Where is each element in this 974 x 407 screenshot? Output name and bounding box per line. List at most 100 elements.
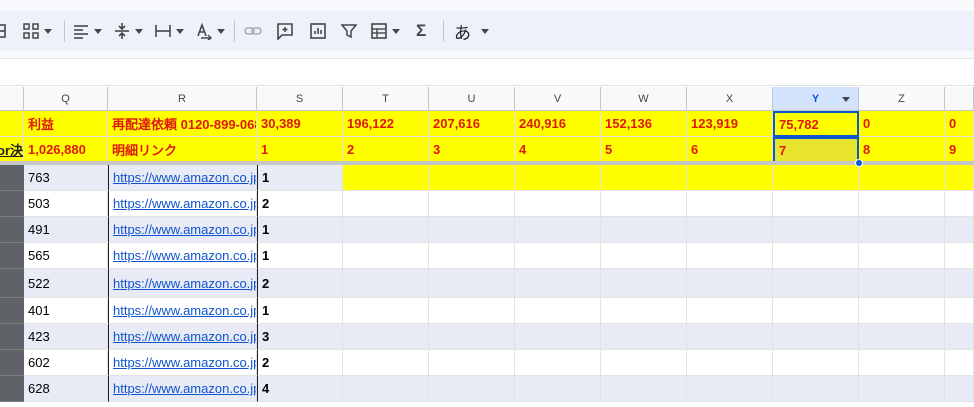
data-cell[interactable]: 2 <box>257 191 343 217</box>
selection-handle[interactable] <box>855 159 863 167</box>
data-cell[interactable] <box>773 165 859 191</box>
data-cell[interactable] <box>859 217 945 243</box>
column-header[interactable] <box>945 87 974 111</box>
data-cell[interactable] <box>773 324 859 350</box>
header-cell[interactable]: 1,026,880 <box>24 137 108 163</box>
data-cell[interactable] <box>515 191 601 217</box>
data-cell[interactable] <box>601 243 687 269</box>
data-cell[interactable] <box>601 324 687 350</box>
data-cell[interactable] <box>859 350 945 376</box>
data-cell[interactable] <box>859 324 945 350</box>
comment-icon[interactable] <box>276 11 294 51</box>
data-cell[interactable] <box>343 165 429 191</box>
header-cell[interactable]: 30,389 <box>257 111 343 137</box>
header-cell[interactable]: 123,919 <box>687 111 773 137</box>
column-header[interactable] <box>0 87 24 111</box>
data-cell[interactable] <box>859 191 945 217</box>
header-cell[interactable]: icor決 <box>0 137 24 163</box>
data-cell[interactable]: 2 <box>257 269 343 298</box>
header-cell[interactable]: 207,616 <box>429 111 515 137</box>
data-cell[interactable] <box>343 324 429 350</box>
row-header[interactable] <box>0 217 24 243</box>
data-cell[interactable]: 565 <box>24 243 108 269</box>
data-cell[interactable]: 3 <box>257 324 343 350</box>
data-cell[interactable] <box>429 324 515 350</box>
data-cell[interactable] <box>429 243 515 269</box>
header-cell[interactable]: 6 <box>687 137 773 163</box>
data-cell[interactable]: 522 <box>24 269 108 298</box>
header-cell[interactable]: 0 <box>859 111 945 137</box>
valign-button[interactable] <box>113 11 143 51</box>
data-cell[interactable] <box>515 324 601 350</box>
column-header[interactable]: R <box>108 87 257 111</box>
data-cell[interactable] <box>601 298 687 324</box>
data-cell[interactable]: 2 <box>257 350 343 376</box>
data-cell[interactable]: 4 <box>257 376 343 402</box>
data-cell[interactable] <box>515 243 601 269</box>
data-cell[interactable] <box>601 165 687 191</box>
data-cell[interactable] <box>687 324 773 350</box>
data-cell[interactable] <box>859 269 945 298</box>
data-cell[interactable]: 1 <box>257 243 343 269</box>
header-cell[interactable]: 0 <box>945 111 974 137</box>
data-cell[interactable] <box>945 217 974 243</box>
data-cell[interactable] <box>687 350 773 376</box>
data-cell[interactable] <box>601 269 687 298</box>
data-cell[interactable] <box>945 376 974 402</box>
data-cell[interactable] <box>945 269 974 298</box>
data-cell[interactable] <box>429 298 515 324</box>
data-cell[interactable] <box>859 376 945 402</box>
data-cell[interactable] <box>429 350 515 376</box>
vertical-merge-button[interactable] <box>22 11 52 51</box>
data-cell[interactable] <box>773 298 859 324</box>
header-cell[interactable]: 利益 <box>24 111 108 137</box>
data-cell[interactable] <box>773 269 859 298</box>
data-cell[interactable] <box>343 217 429 243</box>
data-cell[interactable] <box>773 243 859 269</box>
data-cell[interactable] <box>343 376 429 402</box>
header-cell[interactable]: 再配達依頼 0120-899-068 <box>108 111 257 137</box>
header-cell[interactable]: 196,122 <box>343 111 429 137</box>
data-cell[interactable] <box>601 217 687 243</box>
data-cell[interactable] <box>515 350 601 376</box>
chart-icon[interactable] <box>309 11 327 51</box>
data-cell[interactable]: 602 <box>24 350 108 376</box>
data-cell[interactable] <box>687 191 773 217</box>
text-rotate-button[interactable] <box>195 11 225 51</box>
data-cell[interactable]: 1 <box>257 298 343 324</box>
link-cell[interactable]: https://www.amazon.co.jp <box>108 324 257 350</box>
data-cell[interactable] <box>515 298 601 324</box>
header-cell[interactable]: 4 <box>515 137 601 163</box>
row-header[interactable] <box>0 350 24 376</box>
data-cell[interactable] <box>343 350 429 376</box>
header-cell[interactable]: 7 <box>773 137 859 163</box>
header-cell[interactable]: 152,136 <box>601 111 687 137</box>
header-cell[interactable]: 明細リンク <box>108 137 257 163</box>
data-cell[interactable] <box>343 269 429 298</box>
column-header[interactable]: S <box>257 87 343 111</box>
column-header[interactable]: Q <box>24 87 108 111</box>
header-cell[interactable]: 240,916 <box>515 111 601 137</box>
header-cell[interactable]: 9 <box>945 137 974 163</box>
column-header[interactable]: T <box>343 87 429 111</box>
data-cell[interactable]: 628 <box>24 376 108 402</box>
data-cell[interactable] <box>773 376 859 402</box>
row-header[interactable] <box>0 324 24 350</box>
data-cell[interactable] <box>343 243 429 269</box>
data-cell[interactable] <box>945 324 974 350</box>
link-cell[interactable]: https://www.amazon.co.jp <box>108 269 257 298</box>
data-cell[interactable] <box>515 376 601 402</box>
link-icon[interactable] <box>244 11 262 51</box>
data-cell[interactable] <box>945 243 974 269</box>
text-wrap-button[interactable] <box>154 11 184 51</box>
row-header[interactable] <box>0 298 24 324</box>
data-cell[interactable] <box>429 165 515 191</box>
data-cell[interactable] <box>687 165 773 191</box>
data-cell[interactable] <box>945 298 974 324</box>
data-cell[interactable] <box>687 298 773 324</box>
header-cell[interactable] <box>0 111 24 137</box>
data-cell[interactable] <box>945 165 974 191</box>
row-header[interactable] <box>0 376 24 402</box>
data-cell[interactable] <box>429 191 515 217</box>
data-cell[interactable]: 1 <box>257 217 343 243</box>
